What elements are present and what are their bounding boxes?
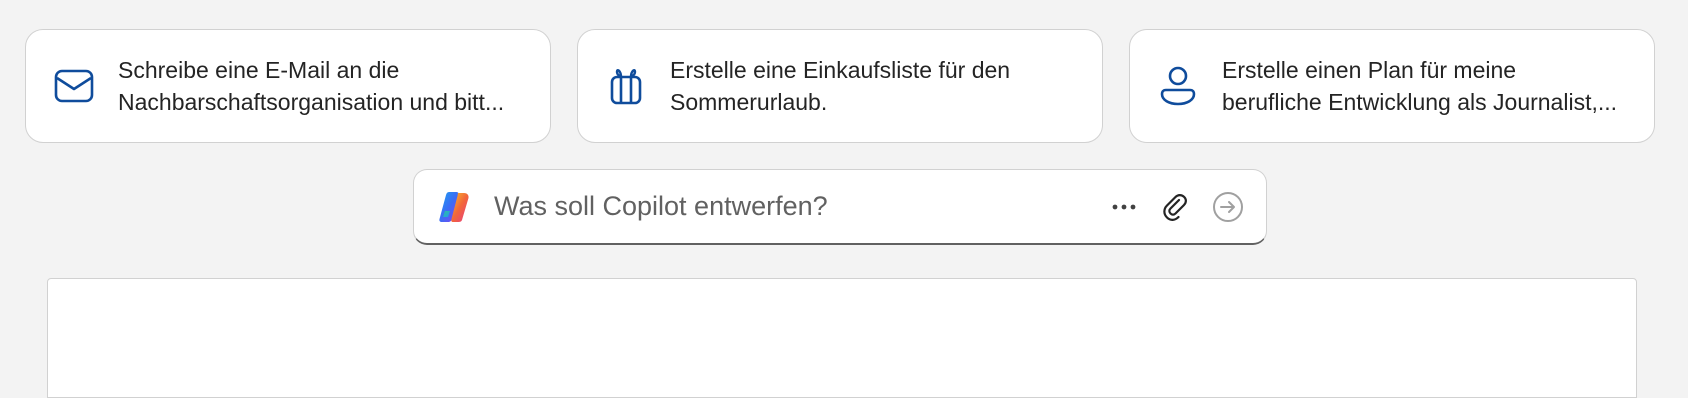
suggestion-card-shopping-list[interactable]: Erstelle eine Einkaufsliste für den Somm…: [577, 29, 1103, 143]
mail-icon: [52, 64, 96, 108]
suggestion-line-1: Erstelle einen Plan für meine: [1222, 57, 1517, 83]
suggestion-text: Schreibe eine E-Mail an die Nachbarschaf…: [118, 54, 524, 118]
suggestion-line-2: Sommerurlaub.: [670, 89, 828, 115]
suggestion-line-1: Erstelle eine Einkaufsliste für den: [670, 57, 1011, 83]
suggestion-line-1: Schreibe eine E-Mail an die: [118, 57, 400, 83]
gift-icon: [604, 64, 648, 108]
suggestion-text: Erstelle einen Plan für meine berufliche…: [1222, 54, 1637, 118]
suggestion-text: Erstelle eine Einkaufsliste für den Somm…: [670, 54, 1030, 118]
suggestion-card-career-plan[interactable]: Erstelle einen Plan für meine berufliche…: [1129, 29, 1655, 143]
suggestion-cards: Schreibe eine E-Mail an die Nachbarschaf…: [25, 29, 1655, 143]
send-arrow-icon[interactable]: [1212, 191, 1244, 223]
prompt-actions: [1108, 191, 1244, 223]
more-horizontal-icon[interactable]: [1108, 191, 1140, 223]
suggestion-card-email[interactable]: Schreibe eine E-Mail an die Nachbarschaf…: [25, 29, 551, 143]
suggestion-line-2: berufliche Entwicklung als Journalist,..…: [1222, 89, 1618, 115]
person-icon: [1156, 64, 1200, 108]
prompt-input[interactable]: [492, 190, 1108, 223]
copilot-logo-icon: [436, 189, 472, 225]
copilot-prompt-box: [413, 169, 1267, 245]
paperclip-icon[interactable]: [1160, 191, 1192, 223]
suggestion-line-2: Nachbarschaftsorganisation und bitt...: [118, 89, 505, 115]
document-canvas[interactable]: [47, 278, 1637, 398]
